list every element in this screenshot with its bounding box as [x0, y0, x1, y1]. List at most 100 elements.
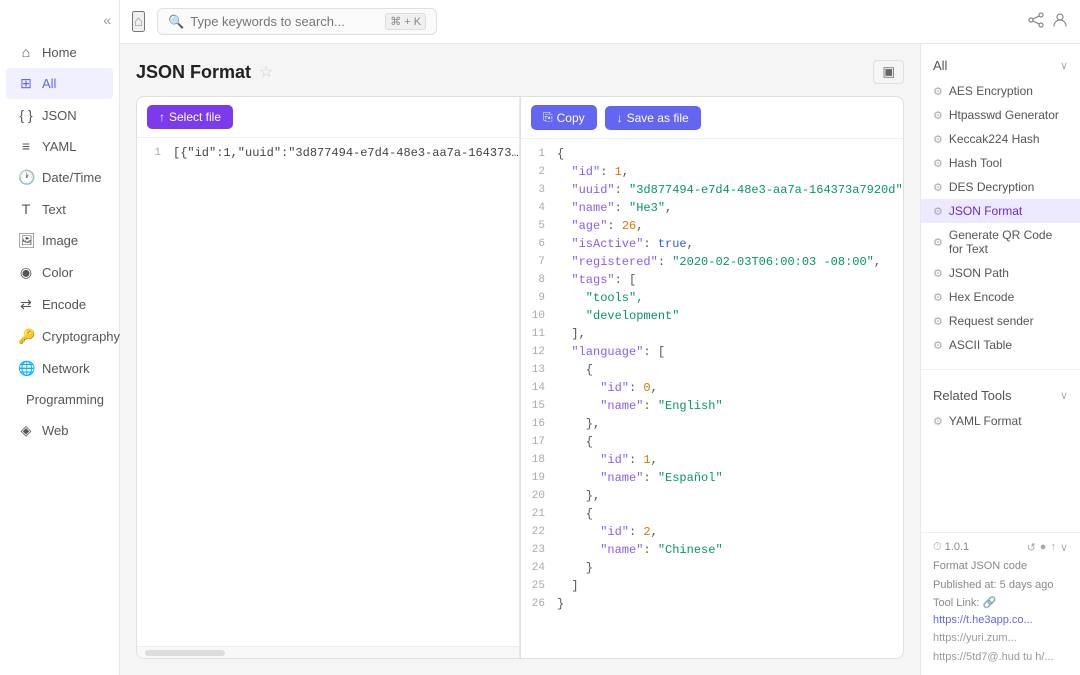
all-section: All ∨ ⚙AES Encryption⚙Htpasswd Generator…: [921, 44, 1080, 365]
rel-tool-icon-yaml: ⚙: [933, 415, 943, 428]
table-row: 6 "isActive": true,: [521, 237, 903, 255]
sidebar-item-json[interactable]: { }JSON: [6, 100, 113, 130]
copy-icon: ⎘: [543, 110, 553, 125]
tool-label-keccak: Keccak224 Hash: [949, 132, 1040, 146]
editor-left: ↑ Select file 1 [{"id":1,"uuid":"3d87749…: [137, 97, 520, 658]
right-sidebar: All ∨ ⚙AES Encryption⚙Htpasswd Generator…: [920, 44, 1080, 675]
tool-label-aes: AES Encryption: [949, 84, 1033, 98]
left-scrollbar[interactable]: [137, 646, 519, 658]
tool-label-hexencode: Hex Encode: [949, 290, 1014, 304]
editor-panel: JSON Format ☆ ▣ ↑ Select file 1: [120, 44, 920, 675]
table-row: 2 "id": 1,: [521, 165, 903, 183]
related-section-header[interactable]: Related Tools ∨: [921, 382, 1080, 409]
right-tool-reqsender[interactable]: ⚙Request sender: [921, 309, 1080, 333]
crypto-icon: 🔑: [18, 328, 34, 345]
datetime-icon: 🕐: [18, 169, 34, 186]
tool-link-url[interactable]: https://t.he3app.co...: [933, 614, 1033, 626]
star-icon[interactable]: ☆: [259, 62, 273, 82]
table-row: 8 "tags": [: [521, 273, 903, 291]
download-icon: ↓: [617, 111, 623, 125]
sidebar: « ⌂Home⊞All{ }JSON≡YAML 🕐 Date/Time T Text 🖼I…: [0, 0, 120, 675]
table-row: 23 "name": "Chinese": [521, 543, 903, 561]
sidebar-item-color[interactable]: ◉Color: [6, 257, 113, 288]
sidebar-item-network[interactable]: 🌐Network: [6, 353, 113, 384]
content-area: JSON Format ☆ ▣ ↑ Select file 1: [120, 44, 1080, 675]
topbar-actions: [1028, 12, 1068, 32]
upload-footer-icon[interactable]: ↑: [1050, 541, 1056, 554]
search-shortcut: ⌘ + K: [385, 13, 426, 30]
right-tool-jsonpath[interactable]: ⚙ JSON Path: [921, 261, 1080, 285]
right-tool-des[interactable]: ⚙DES Decryption: [921, 175, 1080, 199]
right-tool-hash[interactable]: ⚙Hash Tool: [921, 151, 1080, 175]
sidebar-item-label: Date/Time: [42, 170, 101, 185]
sidebar-item-programming[interactable]: Programming: [6, 385, 113, 414]
share-button[interactable]: [1028, 12, 1044, 32]
input-code: [{"id":1,"uuid":"3d877494-e7d4-48e3-aa7a…: [173, 146, 519, 160]
sidebar-item-label: All: [42, 76, 56, 91]
sidebar-item-all[interactable]: ⊞All: [6, 68, 113, 99]
panel-toggle-button[interactable]: ▣: [873, 60, 904, 84]
sidebar-item-image[interactable]: 🖼Image: [6, 225, 113, 256]
sidebar-item-encode[interactable]: ⇄Encode: [6, 289, 113, 320]
related-label: Related Tools: [933, 388, 1012, 403]
right-tool-ascii[interactable]: ⚙ASCII Table: [921, 333, 1080, 357]
topbar: ⌂ 🔍 ⌘ + K: [120, 0, 1080, 44]
sidebar-item-label: Cryptography: [42, 329, 120, 344]
sidebar-collapse-area: «: [0, 8, 119, 36]
version-label: ⏱ 1.0.1: [933, 541, 969, 554]
search-input[interactable]: [190, 14, 379, 29]
tool-icon-keccak: ⚙: [933, 133, 943, 146]
left-code-area[interactable]: 1 [{"id":1,"uuid":"3d877494-e7d4-48e3-aa…: [137, 138, 519, 646]
right-tool-jsonformat[interactable]: ⚙JSON Format: [921, 199, 1080, 223]
footer-extra2: https://5td7@.hud tu h/...: [933, 649, 1068, 666]
footer-tool-link: Tool Link: 🔗 https://t.he3app.co...: [933, 595, 1068, 628]
sidebar-item-label: Image: [42, 233, 78, 248]
table-row: 9 "tools",: [521, 291, 903, 309]
tools-list: ⚙AES Encryption⚙Htpasswd Generator⚙Kecca…: [921, 79, 1080, 357]
chevron-footer-icon[interactable]: ∨: [1060, 541, 1068, 554]
table-row: 21 {: [521, 507, 903, 525]
sidebar-item-yaml[interactable]: ≡YAML: [6, 131, 113, 161]
sidebar-divider: [921, 369, 1080, 370]
tool-icon-htpasswd: ⚙: [933, 109, 943, 122]
home-button[interactable]: ⌂: [132, 11, 145, 32]
right-tool-aes[interactable]: ⚙AES Encryption: [921, 79, 1080, 103]
sidebar-item-web[interactable]: ◈Web: [6, 415, 113, 446]
json-icon: { }: [18, 107, 34, 123]
tool-label-htpasswd: Htpasswd Generator: [949, 108, 1059, 122]
sidebar-item-text[interactable]: T Text: [6, 194, 113, 224]
select-file-button[interactable]: ↑ Select file: [147, 105, 233, 129]
text-icon: T: [18, 201, 34, 217]
color-icon: ◉: [18, 264, 34, 281]
table-row: 10 "development": [521, 309, 903, 327]
sidebar-item-datetime[interactable]: 🕐 Date/Time: [6, 162, 113, 193]
tool-label-jsonpath: JSON Path: [949, 266, 1009, 280]
save-file-button[interactable]: ↓ Save as file: [605, 106, 701, 130]
related-section: Related Tools ∨ ⚙YAML Format: [921, 374, 1080, 441]
right-tool-htpasswd[interactable]: ⚙ Htpasswd Generator: [921, 103, 1080, 127]
table-row: 14 "id": 0,: [521, 381, 903, 399]
table-row: 15 "name": "English": [521, 399, 903, 417]
sidebar-item-home[interactable]: ⌂Home: [6, 37, 113, 67]
right-code-area[interactable]: 1{2 "id": 1,3 "uuid": "3d877494-e7d4-48e…: [521, 139, 903, 658]
search-icon: 🔍: [168, 14, 184, 30]
sidebar-item-label: Text: [42, 202, 66, 217]
user-icon: [1052, 12, 1068, 28]
user-button[interactable]: [1052, 12, 1068, 32]
refresh-icon[interactable]: ↺: [1027, 541, 1036, 554]
all-section-header[interactable]: All ∨: [921, 52, 1080, 79]
sidebar-item-crypto[interactable]: 🔑Cryptography: [6, 321, 113, 352]
yaml-icon: ≡: [18, 138, 34, 154]
sidebar-collapse-button[interactable]: «: [103, 12, 111, 28]
related-tool-yaml[interactable]: ⚙YAML Format: [921, 409, 1080, 433]
sidebar-item-label: Home: [42, 45, 77, 60]
right-tool-hexencode[interactable]: ⚙Hex Encode: [921, 285, 1080, 309]
tool-icon-jsonpath: ⚙: [933, 267, 943, 280]
tool-label-jsonformat: JSON Format: [949, 204, 1022, 218]
right-footer: ⏱ 1.0.1 ↺ ● ↑ ∨ Format JSON code Publish…: [921, 532, 1080, 675]
right-tool-qrcode[interactable]: ⚙Generate QR Code for Text: [921, 223, 1080, 261]
copy-button[interactable]: ⎘ Copy: [531, 105, 597, 130]
right-tool-keccak[interactable]: ⚙ Keccak224 Hash: [921, 127, 1080, 151]
sidebar-item-label: Encode: [42, 297, 86, 312]
tool-label-hash: Hash Tool: [949, 156, 1002, 170]
